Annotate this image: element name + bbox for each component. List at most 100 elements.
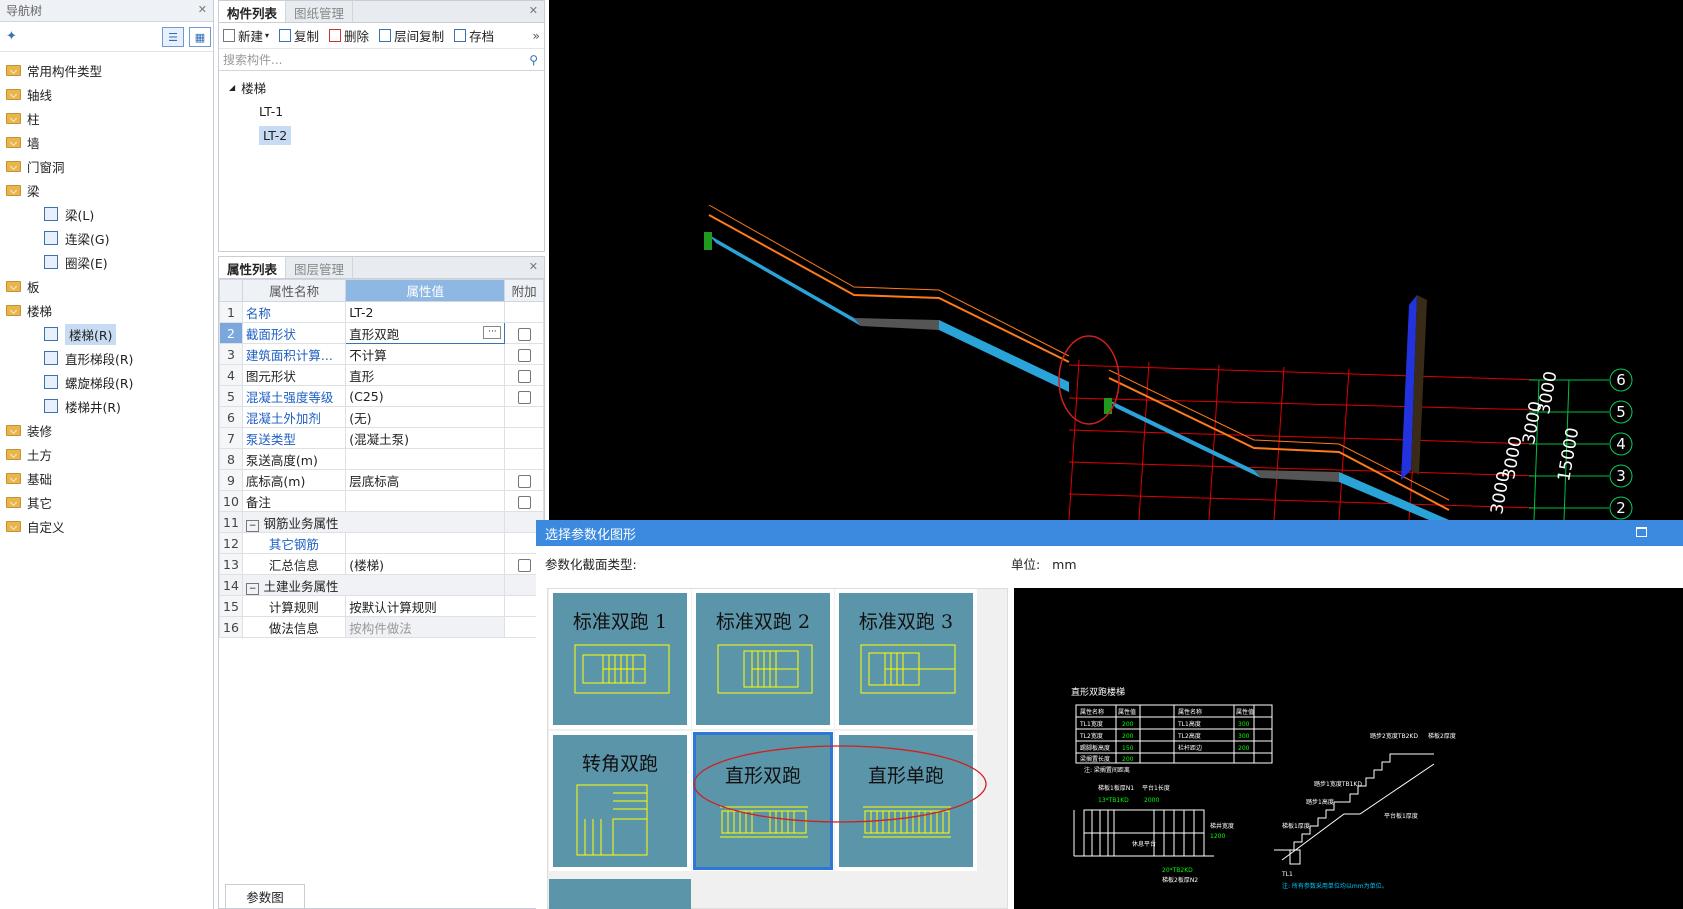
properties-tabbar: 属性列表 图层管理 ✕	[219, 257, 544, 279]
folder-icon	[6, 88, 21, 100]
nav-item[interactable]: 自定义	[0, 514, 213, 538]
close-icon[interactable]: ✕	[198, 3, 207, 16]
nav-item[interactable]: 基础	[0, 466, 213, 490]
nav-subitem[interactable]: 楼梯井(R)	[0, 394, 213, 418]
nav-item[interactable]: 板	[0, 274, 213, 298]
tree-item-selected[interactable]: LT-2	[229, 123, 534, 147]
property-row[interactable]: 12 其它钢筋	[219, 532, 544, 554]
search-icon[interactable]: ⚲	[529, 53, 538, 67]
close-icon[interactable]: ✕	[529, 4, 538, 17]
folder-icon	[6, 184, 21, 196]
folder-icon	[6, 280, 21, 292]
tab-drawing-management[interactable]: 图纸管理	[286, 1, 354, 22]
checkbox[interactable]	[517, 474, 531, 488]
svg-text:注: 所有参数采用单位均以mm为单位。: 注: 所有参数采用单位均以mm为单位。	[1282, 882, 1388, 890]
property-row[interactable]: 1 名称 LT-2	[219, 301, 544, 323]
straight-flight-icon	[44, 351, 58, 365]
svg-text:栏杆距边: 栏杆距边	[1178, 744, 1202, 752]
floor-copy-icon	[379, 29, 392, 42]
svg-text:200: 200	[1122, 721, 1134, 728]
nav-subitem-selected[interactable]: 楼梯(R)	[0, 322, 213, 346]
checkbox[interactable]	[517, 327, 531, 341]
checkbox[interactable]	[517, 369, 531, 383]
nav-item[interactable]: 常用构件类型	[0, 58, 213, 82]
tab-layer-management[interactable]: 图层管理	[286, 257, 354, 278]
svg-text:300: 300	[1238, 733, 1250, 740]
archive-button[interactable]: 存档	[454, 26, 494, 45]
property-row[interactable]: 16 做法信息 按构件做法	[219, 616, 544, 638]
svg-text:200: 200	[1122, 756, 1134, 763]
shape-option-corner-double[interactable]: 转角双跑	[549, 731, 691, 871]
property-group-row[interactable]: 14− 土建业务属性	[219, 574, 544, 596]
svg-text:TL2高度: TL2高度	[1177, 732, 1201, 740]
property-row[interactable]: 3 建筑面积计算... 不计算	[219, 343, 544, 365]
nav-item[interactable]: 柱	[0, 106, 213, 130]
folder-icon	[6, 472, 21, 484]
list-view-icon[interactable]: ☰	[162, 27, 184, 47]
nav-item-stair[interactable]: 楼梯	[0, 298, 213, 322]
property-row[interactable]: 6 混凝土外加剂 (无)	[219, 406, 544, 428]
ellipsis-button[interactable]: ···	[483, 326, 502, 339]
unit-label: 单位: mm	[1011, 557, 1077, 572]
grid-view-icon[interactable]: ▦	[189, 27, 211, 47]
property-row[interactable]: 7 泵送类型 (混凝土泵)	[219, 427, 544, 449]
new-button[interactable]: 新建 ▾	[223, 26, 269, 45]
property-group-row[interactable]: 11− 钢筋业务属性	[219, 511, 544, 533]
collapse-icon[interactable]: −	[245, 519, 260, 532]
collapse-icon[interactable]: −	[245, 582, 260, 595]
tree-item[interactable]: LT-1	[229, 99, 534, 123]
tab-parameter-diagram[interactable]: 参数图	[225, 884, 305, 908]
svg-text:梯板2厚度: 梯板2厚度	[1428, 732, 1456, 740]
shape-option-standard-double-3[interactable]: 标准双跑 3	[835, 589, 977, 729]
shape-option-partial[interactable]	[549, 879, 691, 909]
checkbox[interactable]	[517, 390, 531, 404]
svg-text:6: 6	[1616, 371, 1626, 389]
property-row[interactable]: 4 图元形状 直形	[219, 364, 544, 386]
nav-item-beam[interactable]: 梁	[0, 178, 213, 202]
nav-subitem[interactable]: 梁(L)	[0, 202, 213, 226]
property-row[interactable]: 15 计算规则 按默认计算规则	[219, 595, 544, 617]
shape-option-straight-single[interactable]: 直形单跑	[835, 731, 977, 871]
property-row[interactable]: 10 备注	[219, 490, 544, 512]
tree-root[interactable]: ◢ 楼梯	[229, 75, 534, 99]
nav-item[interactable]: 土方	[0, 442, 213, 466]
highlight-ellipse	[1058, 335, 1120, 425]
sparkle-icon[interactable]: ✦	[6, 29, 17, 44]
tab-property-list[interactable]: 属性列表	[219, 257, 287, 278]
property-row[interactable]: 9 底标高(m) 层底标高	[219, 469, 544, 491]
checkbox[interactable]	[517, 558, 531, 572]
folder-icon	[6, 160, 21, 172]
svg-text:平台板1厚度: 平台板1厚度	[1384, 812, 1418, 820]
tab-component-list[interactable]: 构件列表	[219, 1, 287, 22]
shape-option-standard-double-1[interactable]: 标准双跑 1	[549, 589, 691, 729]
close-icon[interactable]: ✕	[529, 260, 538, 273]
maximize-icon[interactable]	[1636, 527, 1647, 537]
section-shape-field[interactable]: 直形双跑 ···	[345, 322, 506, 344]
copy-button[interactable]: 复制	[279, 26, 319, 45]
delete-button[interactable]: 删除	[329, 26, 369, 45]
nav-item[interactable]: 其它	[0, 490, 213, 514]
nav-subitem[interactable]: 螺旋梯段(R)	[0, 370, 213, 394]
nav-item[interactable]: 墙	[0, 130, 213, 154]
property-row[interactable]: 8 泵送高度(m)	[219, 448, 544, 470]
checkbox[interactable]	[517, 495, 531, 509]
property-row[interactable]: 13 汇总信息 (楼梯)	[219, 553, 544, 575]
nav-item[interactable]: 装修	[0, 418, 213, 442]
shape-option-straight-double[interactable]: 直形双跑	[692, 731, 834, 871]
nav-item[interactable]: 轴线	[0, 82, 213, 106]
folder-icon	[6, 448, 21, 460]
collapse-icon[interactable]: ◢	[229, 83, 235, 92]
nav-subitem[interactable]: 圈梁(E)	[0, 250, 213, 274]
nav-item[interactable]: 门窗洞	[0, 154, 213, 178]
checkbox[interactable]	[517, 348, 531, 362]
nav-subitem[interactable]: 直形梯段(R)	[0, 346, 213, 370]
nav-items: 常用构件类型 轴线 柱 墙 门窗洞 梁 梁(L) 连梁(G) 圈梁(E) 板 楼…	[0, 52, 213, 538]
property-row[interactable]: 5 混凝土强度等级 (C25)	[219, 385, 544, 407]
shape-option-standard-double-2[interactable]: 标准双跑 2	[692, 589, 834, 729]
component-search-input[interactable]: 搜索构件... ⚲	[219, 49, 544, 71]
floor-copy-button[interactable]: 层间复制	[379, 26, 444, 45]
nav-subitem[interactable]: 连梁(G)	[0, 226, 213, 250]
3d-viewport[interactable]: 6 5 4 3 2 3000 3000 15000 3000 3000	[549, 0, 1683, 521]
property-row-selected[interactable]: 2 截面形状 直形双跑 ···	[219, 322, 544, 344]
more-icon[interactable]: »	[532, 28, 540, 43]
